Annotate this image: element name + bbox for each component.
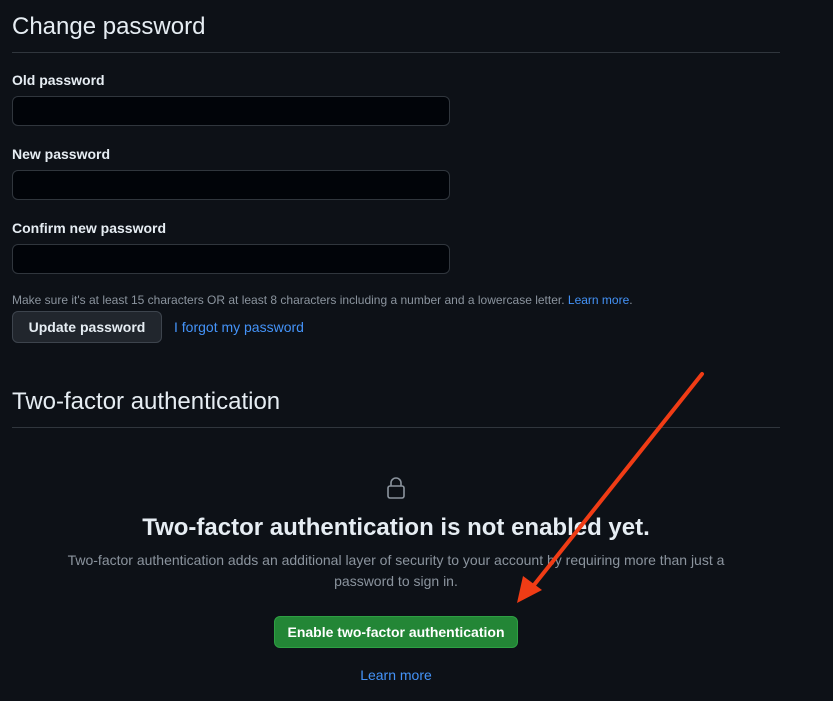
section-divider — [12, 427, 780, 428]
old-password-label: Old password — [12, 72, 105, 88]
change-password-heading: Change password — [12, 13, 206, 40]
section-divider — [12, 52, 780, 53]
two-factor-learn-more-link[interactable]: Learn more — [360, 667, 432, 683]
lock-icon — [387, 477, 405, 499]
forgot-password-link[interactable]: I forgot my password — [174, 317, 304, 337]
confirm-password-input[interactable] — [12, 244, 450, 274]
password-requirements-text: Make sure it's at least 15 characters OR… — [12, 293, 565, 307]
new-password-label: New password — [12, 146, 111, 162]
hint-period: . — [629, 293, 633, 307]
two-factor-description: Two-factor authentication adds an additi… — [67, 552, 725, 589]
security-settings-page: Change password Old password New passwor… — [0, 0, 833, 701]
new-password-input[interactable] — [12, 170, 450, 200]
two-factor-status-title: Two-factor authentication is not enabled… — [142, 514, 650, 541]
enable-two-factor-button[interactable]: Enable two-factor authentication — [274, 616, 518, 648]
two-factor-learn-more: Learn more — [0, 665, 792, 685]
two-factor-heading: Two-factor authentication — [12, 388, 281, 415]
password-requirements-note: Make sure it's at least 15 characters OR… — [12, 291, 633, 309]
password-learn-more-link[interactable]: Learn more — [568, 293, 629, 307]
update-password-button[interactable]: Update password — [12, 311, 162, 343]
old-password-input[interactable] — [12, 96, 450, 126]
confirm-password-label: Confirm new password — [12, 220, 167, 236]
